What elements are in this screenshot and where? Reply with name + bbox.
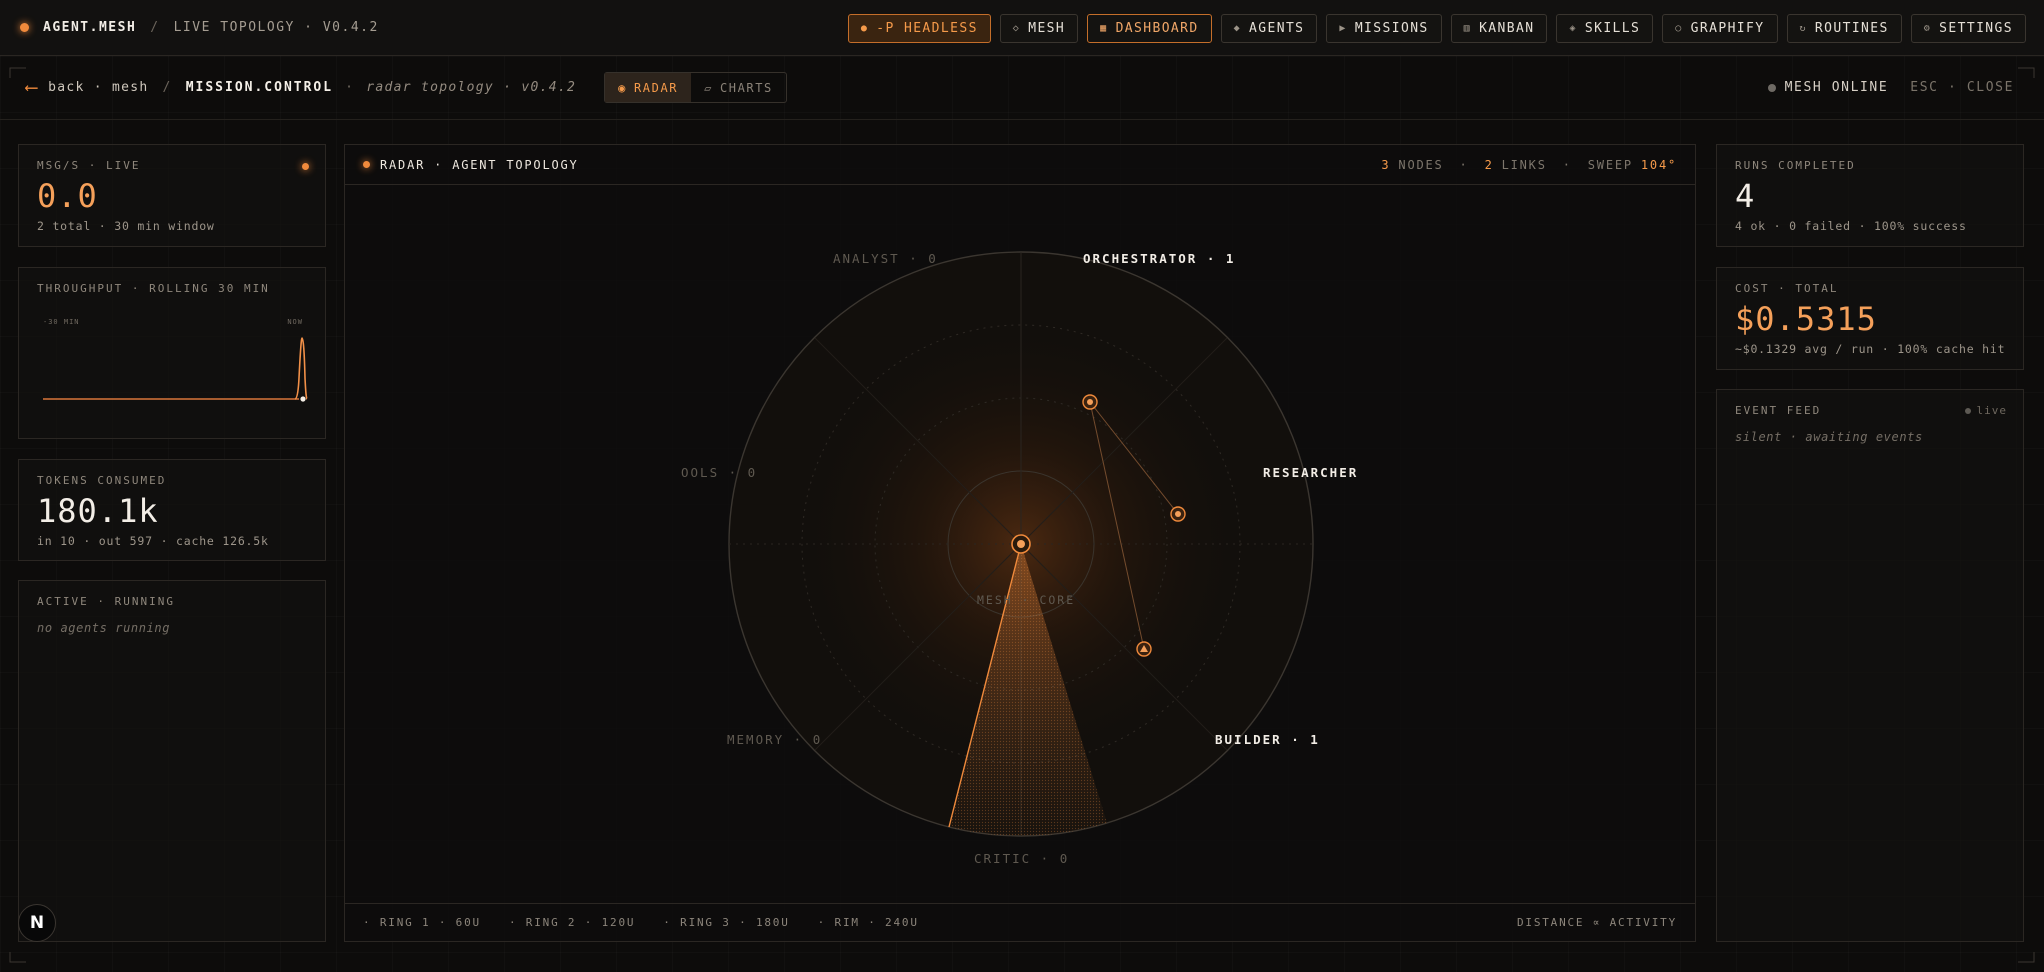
n-logo-button[interactable]: N (18, 904, 56, 942)
frame-brackets (9, 67, 2035, 963)
